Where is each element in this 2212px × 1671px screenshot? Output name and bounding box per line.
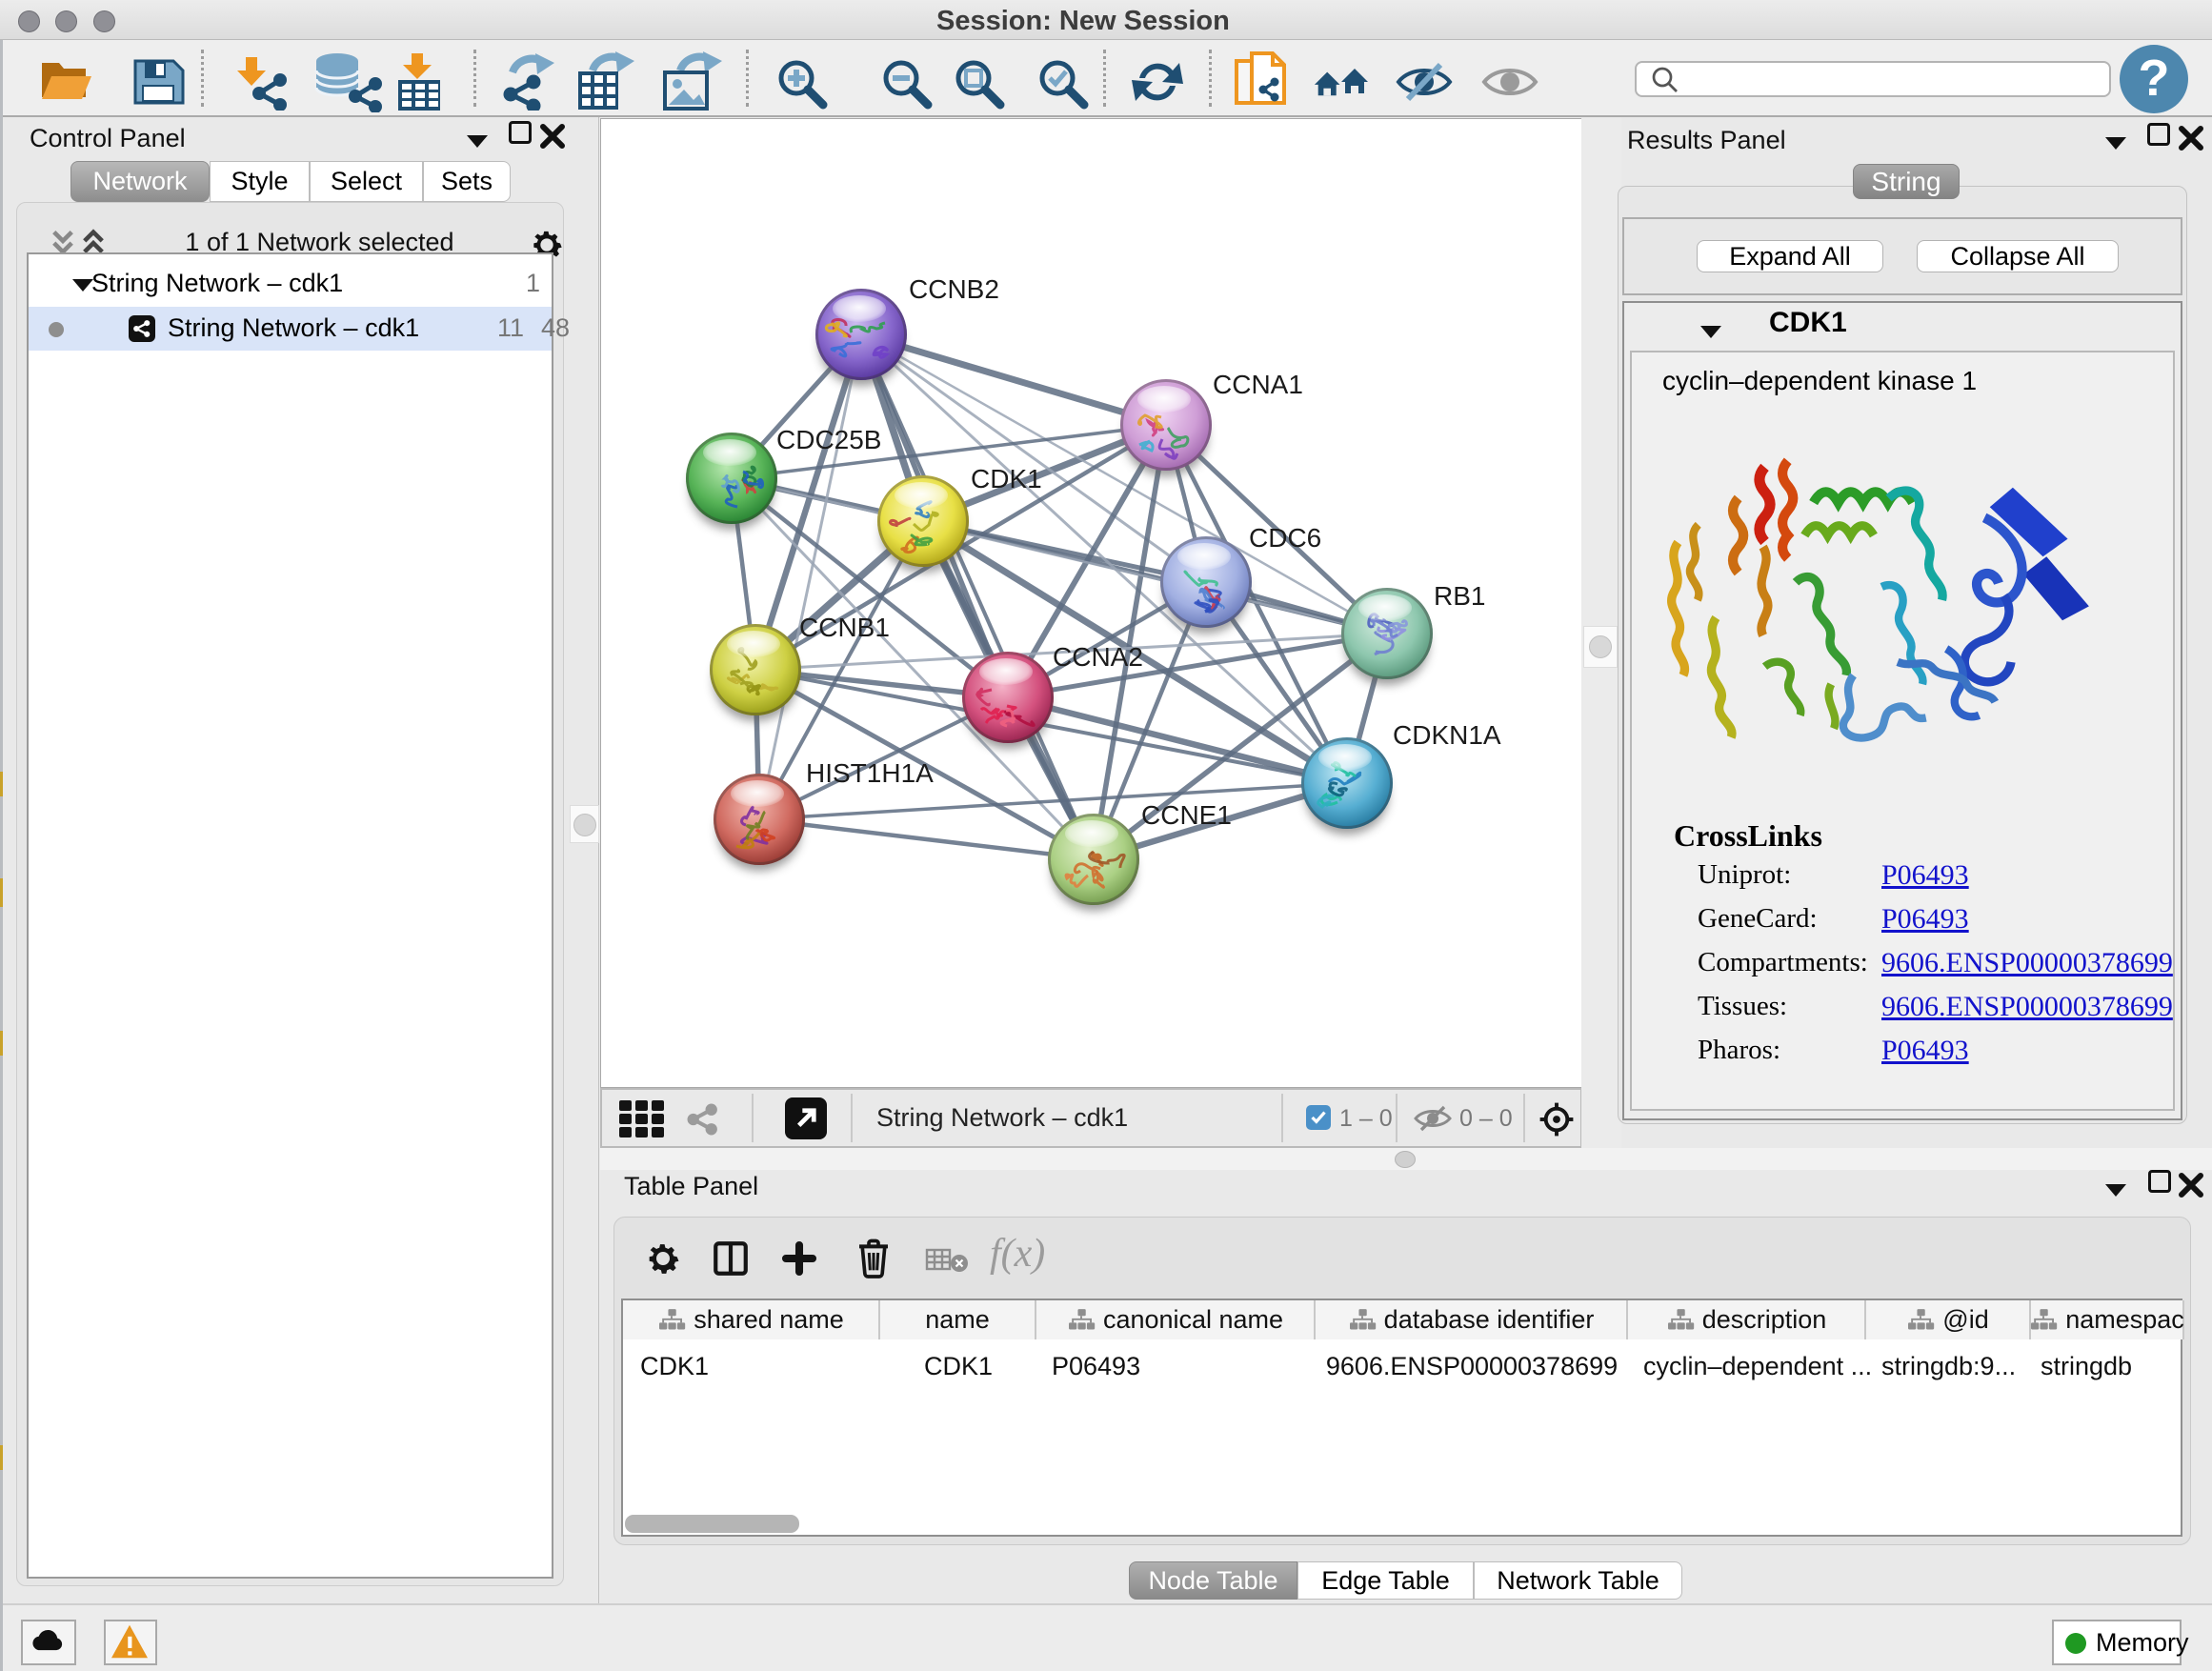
svg-text:HIST1H1A: HIST1H1A <box>806 758 934 788</box>
svg-text:CDKN1A: CDKN1A <box>1393 720 1501 750</box>
svg-text:CCNA1: CCNA1 <box>1213 370 1303 399</box>
svg-text:CDK1: CDK1 <box>971 464 1042 493</box>
svg-text:CCNA2: CCNA2 <box>1053 642 1143 672</box>
svg-text:CDC6: CDC6 <box>1249 523 1321 553</box>
svg-text:CCNB1: CCNB1 <box>799 613 890 642</box>
svg-text:CDC25B: CDC25B <box>776 425 881 454</box>
svg-text:RB1: RB1 <box>1434 581 1485 611</box>
svg-text:CCNE1: CCNE1 <box>1141 800 1232 830</box>
svg-text:CCNB2: CCNB2 <box>909 274 999 304</box>
